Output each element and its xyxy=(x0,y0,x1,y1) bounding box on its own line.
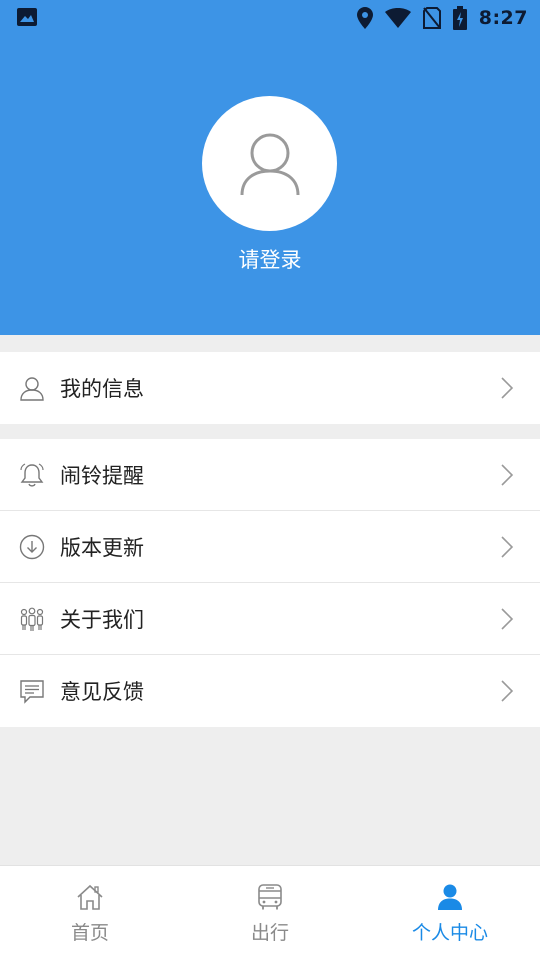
image-icon xyxy=(17,8,37,26)
tab-label: 个人中心 xyxy=(411,922,488,944)
menu-item-feedback[interactable]: 意见反馈 xyxy=(0,655,540,727)
menu-group-1: 我的信息 xyxy=(0,352,540,424)
chevron-right-icon xyxy=(501,464,514,486)
status-time: 8:27 xyxy=(478,7,528,29)
menu-item-my-info[interactable]: 我的信息 xyxy=(0,352,540,424)
menu-item-alarm[interactable]: 闹铃提醒 xyxy=(0,439,540,511)
chevron-right-icon xyxy=(501,608,514,630)
home-icon xyxy=(75,882,105,912)
profile-header: 请登录 xyxy=(0,36,540,335)
bottom-tab-bar: 首页 出行 个人中心 xyxy=(0,865,540,960)
location-icon xyxy=(356,7,373,29)
tab-personal-center[interactable]: 个人中心 xyxy=(360,866,540,960)
tab-label: 首页 xyxy=(70,922,109,944)
menu-item-label: 我的信息 xyxy=(60,377,144,401)
person-icon xyxy=(19,375,45,401)
bus-icon xyxy=(255,882,285,912)
menu-item-label: 闹铃提醒 xyxy=(60,463,144,488)
menu-item-label: 版本更新 xyxy=(60,535,144,560)
tab-travel[interactable]: 出行 xyxy=(180,866,360,960)
chevron-right-icon xyxy=(501,377,514,399)
battery-charging-icon xyxy=(452,6,467,30)
no-sim-icon xyxy=(422,7,441,29)
menu-item-about-us[interactable]: 关于我们 xyxy=(0,583,540,655)
menu-group-2: 闹铃提醒 版本更新 关于我们 意见反馈 xyxy=(0,439,540,727)
user-outline-icon xyxy=(240,133,299,195)
chevron-right-icon xyxy=(501,536,514,558)
bell-icon xyxy=(19,462,45,488)
wifi-icon xyxy=(384,8,411,28)
message-icon xyxy=(19,678,45,704)
tab-label: 出行 xyxy=(250,922,289,944)
avatar[interactable] xyxy=(202,96,337,231)
tab-home[interactable]: 首页 xyxy=(0,866,180,960)
menu-item-label: 意见反馈 xyxy=(60,680,144,704)
user-filled-icon xyxy=(435,882,465,912)
menu-item-label: 关于我们 xyxy=(60,607,144,632)
menu-item-version-update[interactable]: 版本更新 xyxy=(0,511,540,583)
login-link[interactable]: 请登录 xyxy=(0,244,540,274)
team-icon xyxy=(19,606,45,632)
chevron-right-icon xyxy=(501,680,514,702)
status-bar: 8:27 xyxy=(0,0,540,36)
download-circle-icon xyxy=(19,534,45,560)
